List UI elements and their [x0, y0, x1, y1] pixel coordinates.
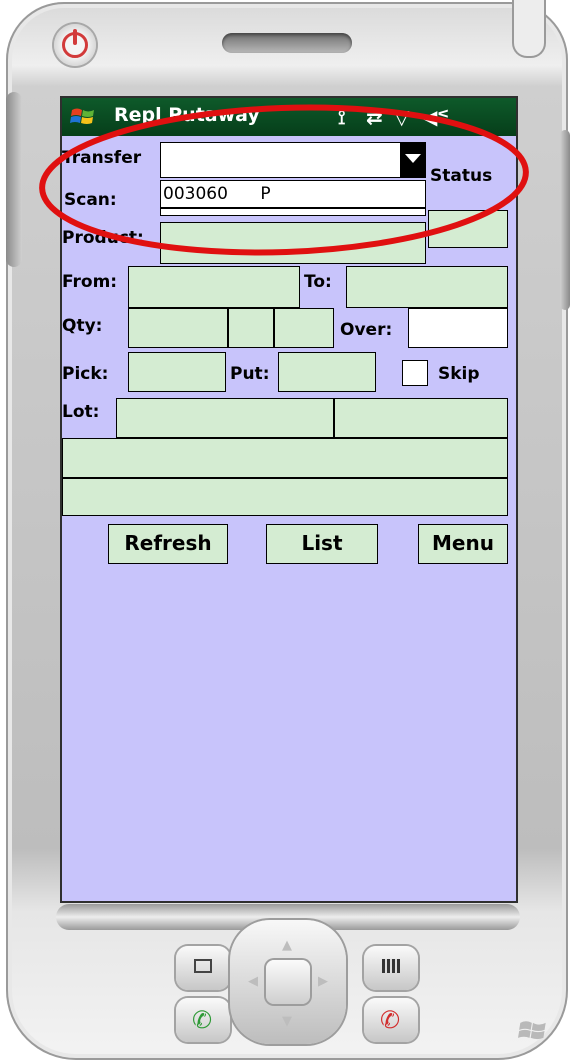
- left-softkey-button[interactable]: [176, 946, 230, 990]
- side-button-left[interactable]: [6, 92, 22, 267]
- qty-field-3: [274, 308, 334, 348]
- lot-field-2: [334, 398, 508, 438]
- list-button[interactable]: List: [266, 524, 378, 564]
- contacts-icon: [194, 959, 212, 973]
- put-label: Put:: [230, 364, 270, 384]
- power-button[interactable]: [54, 24, 96, 66]
- highlight-ellipse: [39, 104, 529, 256]
- to-field: [346, 266, 508, 308]
- lot-label: Lot:: [62, 402, 100, 422]
- windows-logo-icon: [518, 1021, 546, 1040]
- dpad-down-icon[interactable]: ▼: [282, 1014, 292, 1029]
- dpad-up-icon[interactable]: ▲: [282, 938, 292, 953]
- phone-green-icon: ✆: [192, 1006, 213, 1034]
- over-label: Over:: [340, 320, 393, 340]
- skip-checkbox[interactable]: [402, 360, 428, 386]
- end-call-button[interactable]: ✆: [364, 998, 418, 1042]
- skip-label: Skip: [438, 364, 480, 384]
- dpad-right-icon[interactable]: ▶: [318, 974, 328, 989]
- earpiece-speaker: [222, 33, 352, 53]
- qty-field-1: [128, 308, 228, 348]
- from-label: From:: [62, 272, 118, 292]
- refresh-button[interactable]: Refresh: [108, 524, 228, 564]
- message-line-2: [62, 478, 508, 516]
- menu-button[interactable]: Menu: [418, 524, 508, 564]
- message-line-1: [62, 438, 508, 478]
- calendar-icon: [382, 959, 400, 973]
- side-button-right[interactable]: [560, 130, 570, 310]
- right-softkey-button[interactable]: [364, 946, 418, 990]
- lot-field-1: [116, 398, 334, 438]
- qty-label: Qty:: [62, 316, 103, 336]
- dpad-left-icon[interactable]: ◀: [248, 974, 258, 989]
- qty-field-2: [228, 308, 274, 348]
- over-input[interactable]: [408, 308, 508, 348]
- phone-red-icon: ✆: [380, 1006, 401, 1034]
- put-field: [278, 352, 376, 392]
- call-button[interactable]: ✆: [176, 998, 230, 1042]
- pick-field: [128, 352, 226, 392]
- dpad-center-button[interactable]: [266, 960, 310, 1004]
- stylus-slot: [512, 0, 546, 58]
- pick-label: Pick:: [62, 364, 109, 384]
- to-label: To:: [304, 272, 332, 292]
- from-field: [128, 266, 300, 308]
